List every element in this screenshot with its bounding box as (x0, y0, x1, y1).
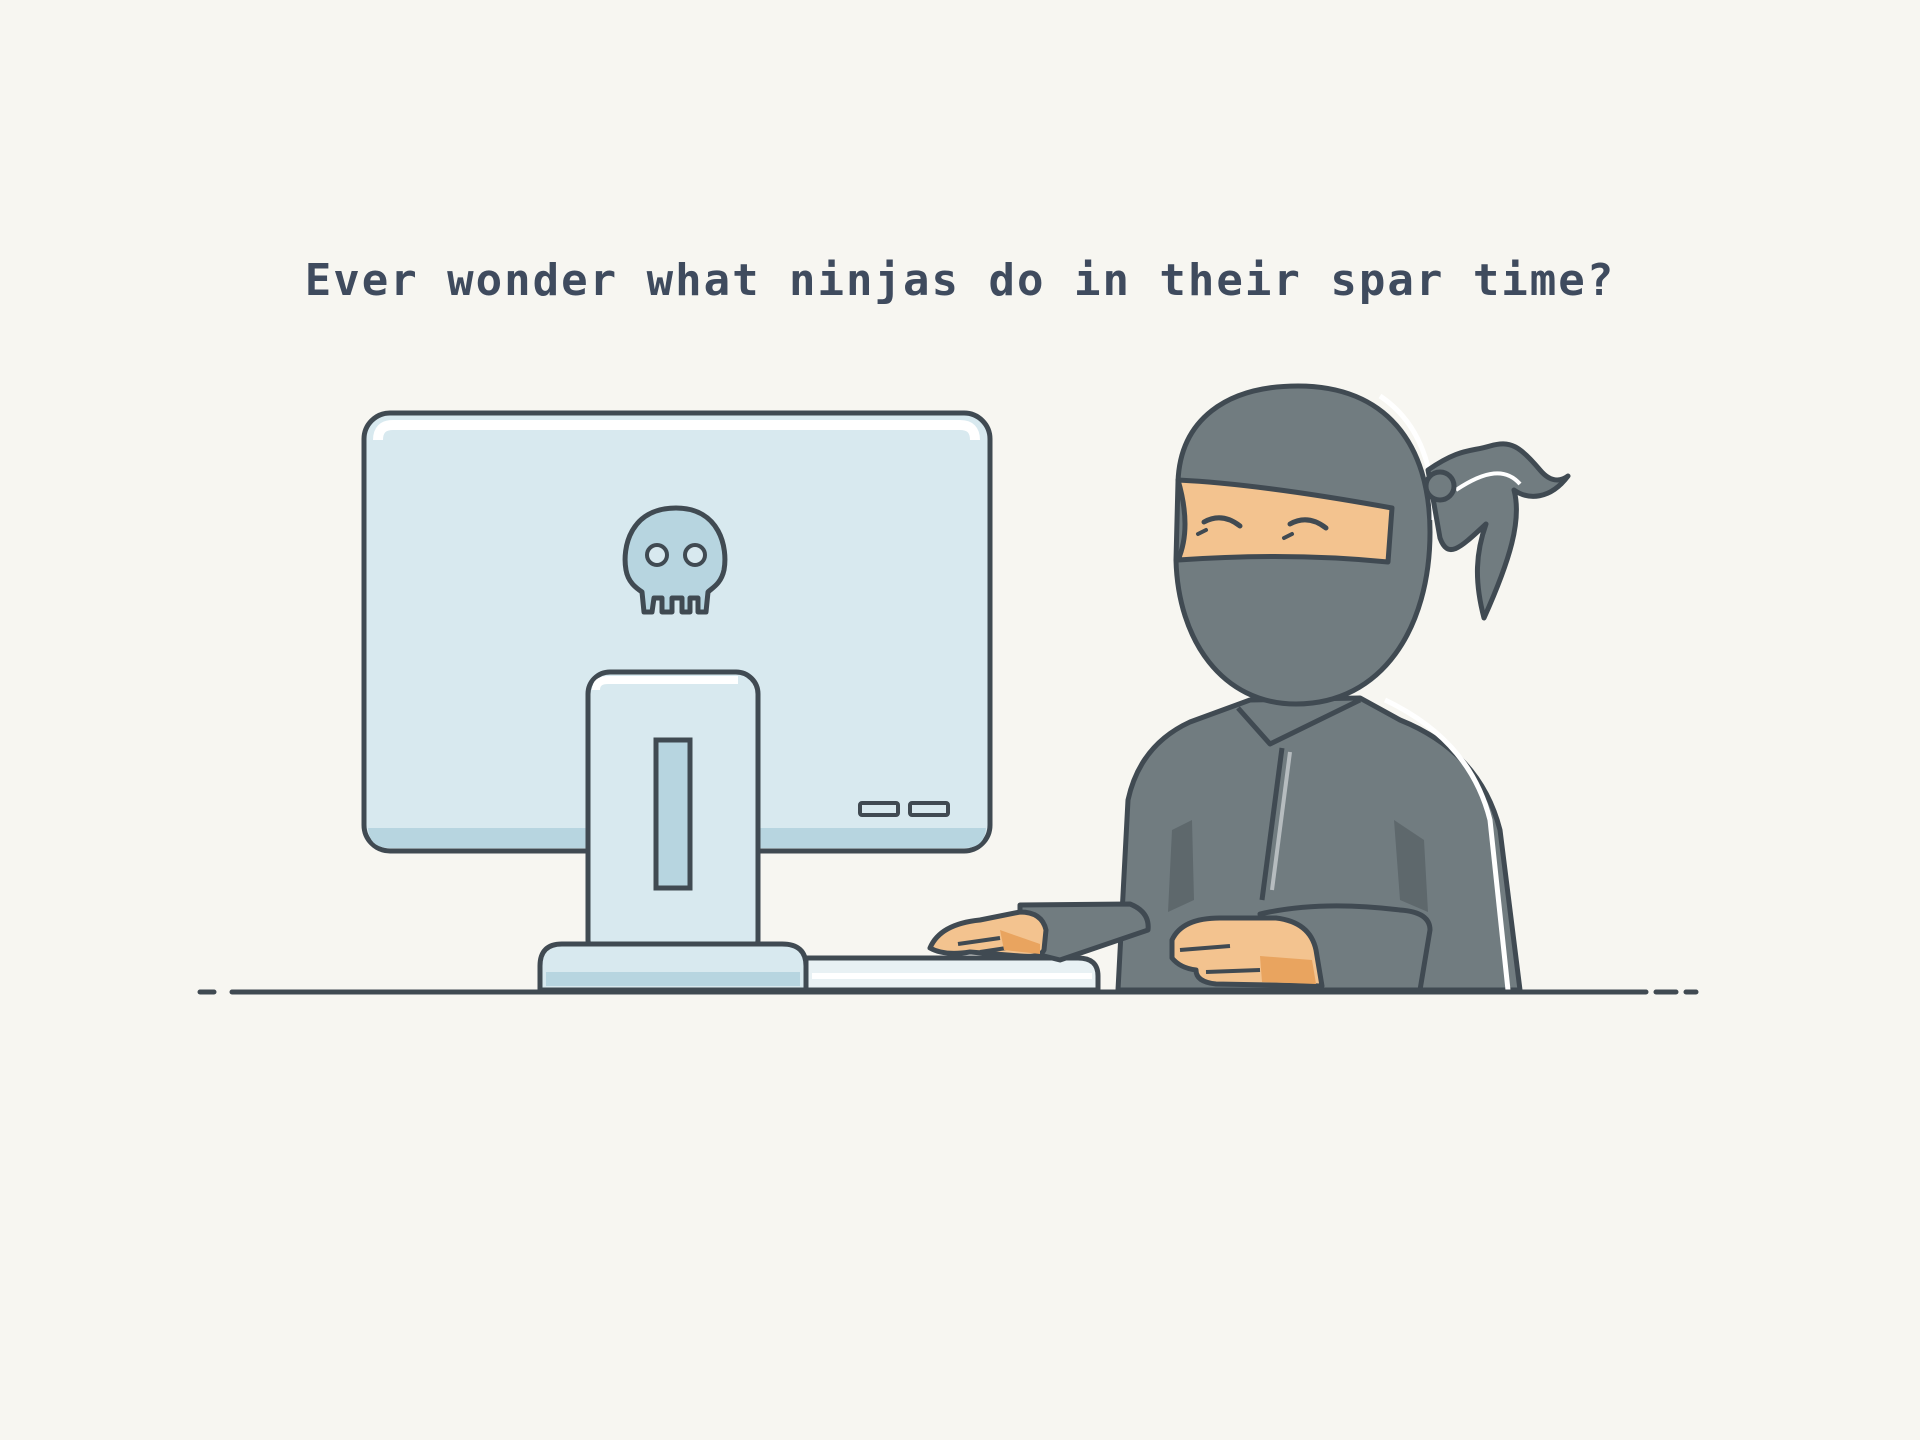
ninja (927, 383, 1571, 993)
keyboard (803, 955, 1101, 993)
page: Ever wonder what ninjas do in their spar… (0, 0, 1920, 1440)
ninja-illustration (197, 383, 1699, 995)
skull-icon (622, 505, 728, 615)
